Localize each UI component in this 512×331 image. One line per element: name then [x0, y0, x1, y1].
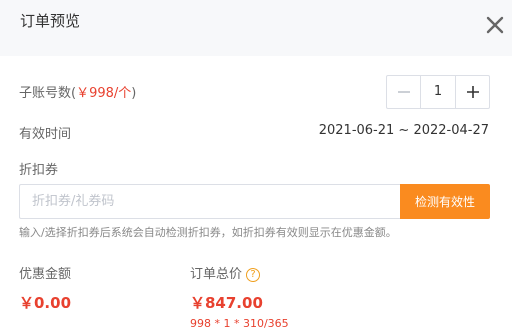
unit-price: ￥998/个	[76, 86, 132, 101]
dialog-title: 订单预览	[20, 12, 81, 30]
close-icon[interactable]	[486, 16, 504, 34]
minus-icon[interactable]	[387, 76, 421, 108]
price-paren-close: )	[131, 86, 137, 101]
coupon-label: 折扣券	[19, 163, 59, 178]
coupon-input[interactable]	[19, 184, 400, 219]
total-amount: ￥847.00	[190, 294, 263, 312]
validity-label: 有效时间	[19, 127, 72, 142]
total-label: 订单总价	[190, 267, 243, 282]
check-validity-button[interactable]: 检测有效性	[400, 184, 490, 219]
quantity-stepper[interactable]: 1	[386, 75, 490, 109]
discount-label: 优惠金额	[19, 267, 72, 282]
validity-period: 2021-06-21 ~ 2022-04-27	[318, 123, 489, 138]
question-circle-icon[interactable]: ?	[246, 268, 261, 282]
subaccount-label-text: 子账号数	[19, 86, 72, 101]
total-label-wrap: 订单总价?	[190, 263, 261, 282]
dialog-header: 订单预览	[0, 0, 512, 56]
price-formula: 998 * 1 * 310/365	[190, 317, 289, 330]
subaccount-label: 子账号数(￥998/个)	[19, 82, 136, 101]
coupon-hint: 输入/选择折扣券后系统会自动检测折扣券，如折扣券有效则显示在优惠金额。	[19, 226, 397, 239]
coupon-row: 检测有效性	[19, 184, 490, 219]
discount-amount: ￥0.00	[19, 294, 72, 312]
plus-icon[interactable]	[455, 76, 489, 108]
quantity-value[interactable]: 1	[421, 76, 455, 108]
